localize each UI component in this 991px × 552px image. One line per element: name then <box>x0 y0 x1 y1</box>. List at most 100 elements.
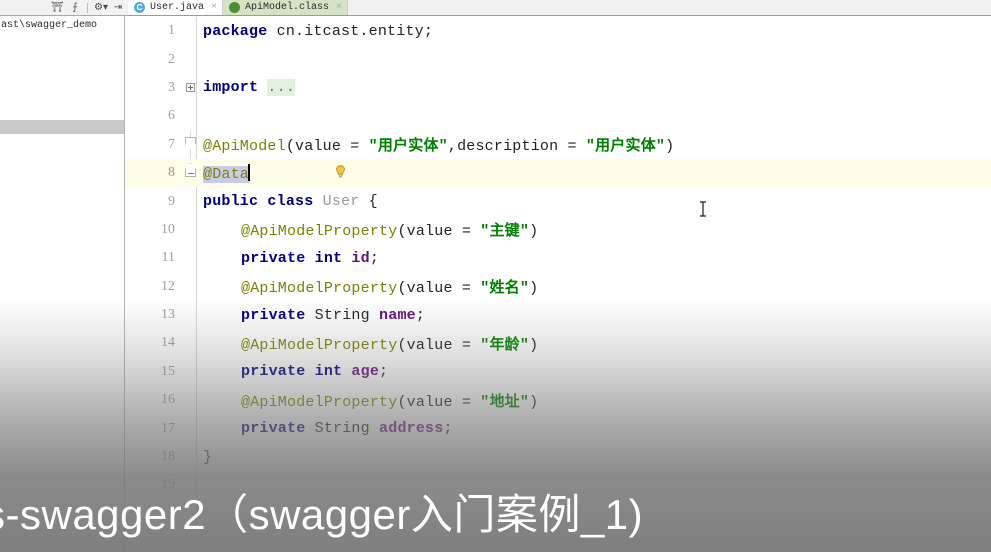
screenshot-root: ⛩ ⨍ ⚙▾ ⇥ ast\swagger_demo C User.java × … <box>0 0 991 552</box>
close-icon[interactable]: × <box>211 2 217 13</box>
code-text[interactable]: } <box>199 449 991 466</box>
line-number: 7 <box>168 136 175 152</box>
hide-panel-icon[interactable]: ⇥ <box>112 2 124 13</box>
fold-gutter[interactable] <box>185 414 199 442</box>
code-line[interactable]: 3 import ... <box>125 74 991 102</box>
fold-region-start-icon[interactable] <box>185 136 196 150</box>
code-token: ) <box>529 280 539 298</box>
fold-gutter[interactable] <box>185 17 199 45</box>
code-text[interactable]: package cn.itcast.entity; <box>199 23 991 40</box>
code-line[interactable]: 17 private String address; <box>125 414 991 442</box>
project-toolbar: ⛩ ⨍ ⚙▾ ⇥ <box>0 0 128 16</box>
line-number: 11 <box>161 250 175 266</box>
code-text[interactable]: @ApiModel(value = "用户实体",description = "… <box>199 134 991 155</box>
code-text[interactable]: private int age; <box>199 363 991 380</box>
code-token: @ApiModelProperty <box>241 223 398 241</box>
code-line[interactable]: 14 @ApiModelProperty(value = "年龄") <box>125 329 991 357</box>
line-number: 16 <box>161 392 175 408</box>
fold-gutter[interactable] <box>185 130 199 159</box>
code-lines: 1 package cn.itcast.entity; 2 3 import ... 6 7… <box>125 17 991 500</box>
fold-expand-icon[interactable] <box>186 82 195 92</box>
code-line[interactable]: 16 @ApiModelProperty(value = "地址") <box>125 386 991 414</box>
code-token: id <box>351 249 370 267</box>
code-token: public class <box>203 193 314 211</box>
code-token: ) <box>665 138 675 156</box>
code-token: "用户实体" <box>368 138 448 156</box>
code-token: "姓名" <box>480 280 530 298</box>
code-token: age <box>351 363 380 381</box>
fold-gutter[interactable] <box>185 187 199 215</box>
code-text[interactable]: @Data <box>199 163 991 183</box>
line-number: 6 <box>168 108 175 124</box>
code-line[interactable]: 7 @ApiModel(value = "用户实体",description = … <box>125 130 991 159</box>
fold-gutter[interactable] <box>185 159 199 187</box>
code-token: package <box>203 22 268 40</box>
fold-gutter[interactable] <box>185 45 199 73</box>
line-number: 9 <box>168 193 175 209</box>
code-token: import <box>203 79 259 97</box>
code-line[interactable]: 18} <box>125 443 991 471</box>
code-token: ,description = <box>447 138 586 156</box>
code-token: name <box>379 306 416 324</box>
code-text[interactable]: private String name; <box>199 307 991 324</box>
line-number: 3 <box>168 79 175 95</box>
fold-gutter[interactable] <box>185 301 199 329</box>
code-token: ) <box>529 393 539 411</box>
code-text[interactable]: @ApiModelProperty(value = "主键") <box>199 219 991 240</box>
expand-all-icon[interactable]: ⨍ <box>69 2 81 13</box>
fold-gutter[interactable] <box>185 386 199 414</box>
tab-apimodel-class[interactable]: @ ApiModel.class × <box>223 0 349 15</box>
code-line[interactable]: 15 private int age; <box>125 358 991 386</box>
code-text[interactable]: @ApiModelProperty(value = "年龄") <box>199 333 991 354</box>
fold-gutter[interactable] <box>185 329 199 357</box>
code-line[interactable]: 2 <box>125 45 991 73</box>
settings-gear-icon[interactable]: ⚙▾ <box>94 2 108 13</box>
code-text[interactable]: private String address; <box>199 420 991 437</box>
breadcrumb: ast\swagger_demo <box>1 20 98 31</box>
fold-gutter[interactable] <box>185 358 199 386</box>
fold-gutter[interactable] <box>185 216 199 244</box>
fold-collapse-icon[interactable] <box>185 162 196 177</box>
fold-gutter[interactable] <box>185 244 199 272</box>
code-token: ; <box>369 249 380 267</box>
code-token: private int <box>241 363 343 381</box>
tab-label: ApiModel.class <box>245 2 330 13</box>
code-token: (value = <box>397 280 481 298</box>
line-number: 18 <box>161 449 175 465</box>
code-token: ) <box>529 223 539 241</box>
code-line[interactable]: 8 @Data <box>125 158 991 188</box>
code-line[interactable]: 13 private String name; <box>125 301 991 329</box>
code-line[interactable]: 11 private int id; <box>125 244 991 272</box>
code-text[interactable]: import ... <box>199 79 991 97</box>
code-line[interactable]: 6 <box>125 102 991 130</box>
code-token: @ApiModel <box>203 138 286 156</box>
code-token: (value = <box>285 138 369 156</box>
tab-user-java[interactable]: C User.java × <box>128 0 224 15</box>
code-line[interactable]: 1 package cn.itcast.entity; <box>125 17 991 45</box>
code-text[interactable]: @ApiModelProperty(value = "姓名") <box>199 276 991 297</box>
fold-gutter[interactable] <box>185 74 199 102</box>
fold-gutter[interactable] <box>185 273 199 301</box>
code-token: @Data <box>203 165 250 183</box>
fold-gutter[interactable] <box>185 102 199 130</box>
code-text[interactable]: @ApiModelProperty(value = "地址") <box>199 390 991 411</box>
code-text[interactable]: private int id; <box>199 250 991 267</box>
collapse-all-icon[interactable]: ⛩ <box>51 2 64 13</box>
tab-bar-empty-space <box>348 0 991 15</box>
code-token: ; <box>415 306 426 324</box>
code-editor[interactable]: 1 package cn.itcast.entity; 2 3 import ... 6 7… <box>125 17 991 552</box>
code-line[interactable]: 9 public class User { <box>125 187 991 215</box>
fold-gutter[interactable] <box>185 443 199 471</box>
code-line[interactable]: 10 @ApiModelProperty(value = "主键") <box>125 216 991 244</box>
editor-tab-bar: C User.java × @ ApiModel.class × <box>128 0 991 16</box>
line-number: 15 <box>161 363 175 379</box>
code-line[interactable]: 12 @ApiModelProperty(value = "姓名") <box>125 273 991 301</box>
code-text[interactable]: public class User { <box>199 193 991 210</box>
code-token: (value = <box>397 336 481 354</box>
code-token: @ApiModelProperty <box>241 393 398 411</box>
video-caption: s-swagger2（swagger入门案例_1) <box>0 491 644 538</box>
close-icon[interactable]: × <box>336 2 342 13</box>
project-panel[interactable]: ast\swagger_demo <box>0 16 125 120</box>
line-number: 17 <box>161 420 175 436</box>
